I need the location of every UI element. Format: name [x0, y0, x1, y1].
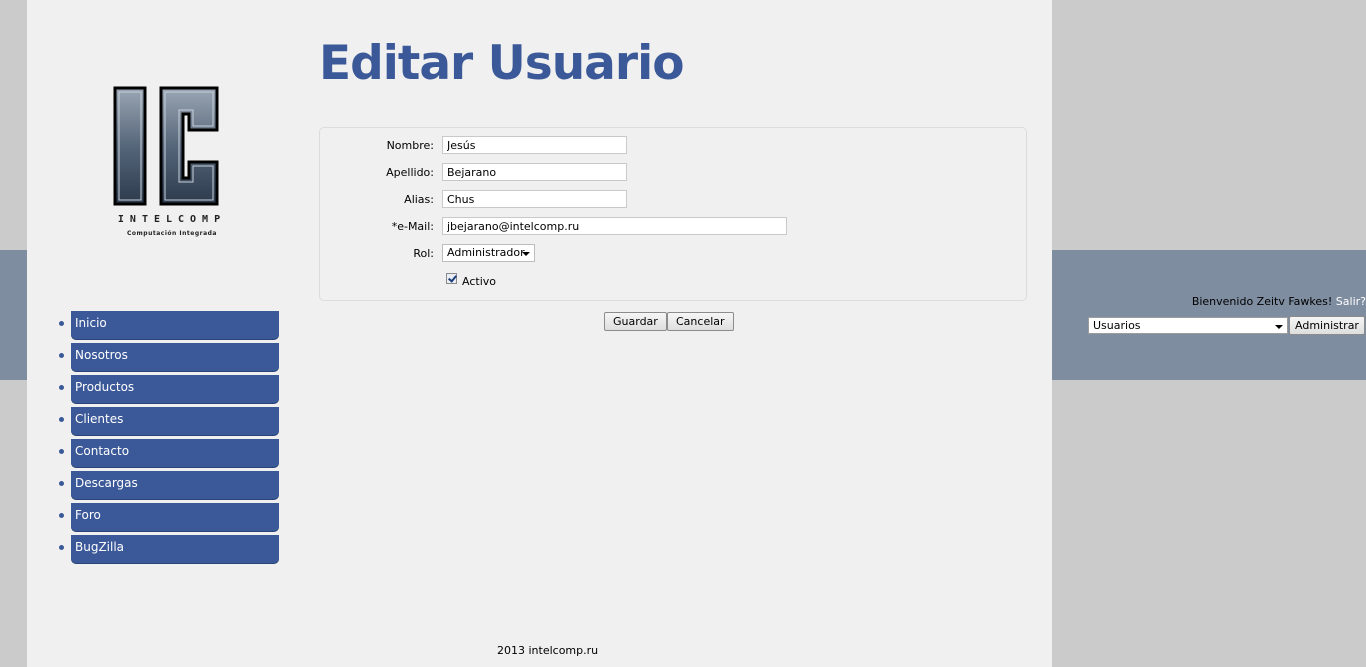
logout-link[interactable]: Salir?	[1336, 295, 1366, 308]
nombre-input[interactable]	[442, 136, 627, 154]
welcome-text: Bienvenido Zeitv Fawkes!	[1191, 295, 1333, 308]
bullet-icon	[59, 385, 64, 390]
nav-link-clientes[interactable]: Clientes	[71, 407, 279, 435]
save-button[interactable]: Guardar	[604, 312, 667, 331]
nav-item-contacto: Contacto	[59, 439, 279, 467]
nav-item-bugzilla: BugZilla	[59, 535, 279, 563]
rol-label: Rol:	[413, 247, 434, 260]
nav-item-descargas: Descargas	[59, 471, 279, 499]
main-nav: Inicio Nosotros Productos Clientes Conta…	[59, 311, 279, 567]
bullet-icon	[59, 449, 64, 454]
apellido-label: Apellido:	[386, 166, 434, 179]
footer-text: 2013 intelcomp.ru	[497, 644, 599, 657]
apellido-input[interactable]	[442, 163, 627, 181]
chevron-down-icon	[522, 252, 530, 256]
nav-item-productos: Productos	[59, 375, 279, 403]
nombre-label: Nombre:	[386, 139, 434, 152]
email-label: *e-Mail:	[391, 220, 434, 233]
welcome-message: Bienvenido Zeitv Fawkes! Salir?	[1192, 295, 1366, 308]
logo-name: INTELCOMP	[117, 214, 227, 225]
bullet-icon	[59, 513, 64, 518]
bullet-icon	[59, 545, 64, 550]
administrar-button[interactable]: Administrar	[1289, 316, 1365, 335]
intelcomp-logo: INTELCOMP Computación Integrada	[77, 86, 267, 246]
nav-item-clientes: Clientes	[59, 407, 279, 435]
logo-tagline: Computación Integrada	[127, 230, 217, 237]
bullet-icon	[59, 353, 64, 358]
page-container: INTELCOMP Computación Integrada Inicio N…	[27, 0, 1052, 667]
bullet-icon	[59, 481, 64, 486]
nav-item-inicio: Inicio	[59, 311, 279, 339]
user-form: Nombre: Apellido: Alias: *e-Mail: Rol: A…	[319, 127, 1027, 301]
nav-link-nosotros[interactable]: Nosotros	[71, 343, 279, 371]
activo-checkbox[interactable]	[446, 273, 457, 284]
bullet-icon	[59, 321, 64, 326]
nav-link-contacto[interactable]: Contacto	[71, 439, 279, 467]
rol-select-value: Administrador	[447, 246, 525, 259]
nav-link-bugzilla[interactable]: BugZilla	[71, 535, 279, 563]
chevron-down-icon	[1275, 325, 1283, 329]
admin-section-value: Usuarios	[1093, 319, 1141, 332]
activo-label: Activo	[462, 275, 496, 288]
nav-link-inicio[interactable]: Inicio	[71, 311, 279, 339]
cancel-button[interactable]: Cancelar	[667, 312, 734, 331]
bullet-icon	[59, 417, 64, 422]
admin-section-select[interactable]: Usuarios	[1088, 317, 1288, 334]
alias-input[interactable]	[442, 190, 627, 208]
nav-link-productos[interactable]: Productos	[71, 375, 279, 403]
email-input[interactable]	[442, 217, 787, 235]
page-title: Editar Usuario	[319, 36, 684, 91]
rol-select[interactable]: Administrador	[442, 244, 535, 262]
nav-link-foro[interactable]: Foro	[71, 503, 279, 531]
nav-item-nosotros: Nosotros	[59, 343, 279, 371]
nav-item-foro: Foro	[59, 503, 279, 531]
alias-label: Alias:	[404, 193, 434, 206]
nav-link-descargas[interactable]: Descargas	[71, 471, 279, 499]
